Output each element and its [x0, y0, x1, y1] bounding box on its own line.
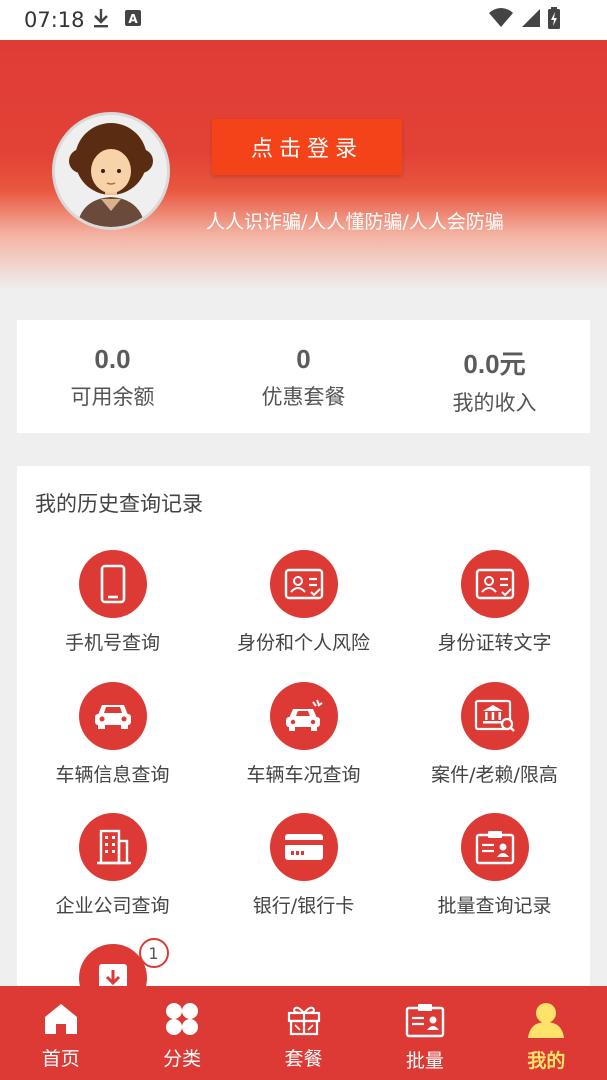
- query-item-label: 车辆信息查询: [55, 764, 170, 786]
- batch-icon: [405, 1002, 445, 1042]
- home-icon: [43, 1002, 79, 1040]
- slogan-text: 人人识诈骗/人人懂防骗/人人会防骗: [206, 211, 504, 233]
- phone-icon: [78, 550, 147, 618]
- court-icon: [460, 682, 529, 750]
- nav-batch[interactable]: 批量: [364, 986, 485, 1080]
- badge-card-icon: [460, 813, 529, 881]
- user-icon: [526, 1002, 566, 1042]
- status-time: 07:18: [24, 8, 85, 32]
- query-item-label: 银行/银行卡: [252, 895, 355, 917]
- id-card-icon: [460, 550, 529, 618]
- query-item-identity-risk[interactable]: 身份和个人风险: [208, 550, 399, 670]
- car-icon: [78, 682, 147, 750]
- query-item-label: 身份和个人风险: [236, 632, 370, 654]
- nav-label: 批量: [405, 1050, 444, 1072]
- query-item-vehicle-info[interactable]: 车辆信息查询: [17, 682, 208, 802]
- id-card-icon: [269, 550, 338, 618]
- query-item-batch-records[interactable]: 批量查询记录: [399, 813, 590, 933]
- category-icon: [165, 1002, 199, 1040]
- nav-category[interactable]: 分类: [121, 986, 242, 1080]
- stat-value: 0: [296, 344, 311, 374]
- status-bar: 07:18 A: [0, 0, 607, 40]
- wifi-icon: [489, 8, 513, 32]
- download-icon: [92, 7, 110, 33]
- history-records-card: 我的历史查询记录 手机号查询 身份和个人风险 身份证转文字 车辆信息查询 车辆车…: [17, 466, 590, 996]
- stat-packages[interactable]: 0 优惠套餐: [208, 320, 399, 433]
- query-item-bank-card[interactable]: 银行/银行卡: [208, 813, 399, 933]
- text-icon: A: [124, 9, 142, 31]
- query-item-label: 手机号查询: [64, 632, 160, 654]
- query-item-label: 案件/老赖/限高: [431, 764, 558, 786]
- query-item-company[interactable]: 企业公司查询: [17, 813, 208, 933]
- nav-home[interactable]: 首页: [0, 986, 121, 1080]
- nav-label: 首页: [41, 1048, 80, 1070]
- bottom-nav: 首页 分类 套餐 批量 我的: [0, 986, 607, 1080]
- profile-header: 点击登录 人人识诈骗/人人懂防骗/人人会防骗: [0, 40, 607, 290]
- query-item-court-cases[interactable]: 案件/老赖/限高: [399, 682, 590, 802]
- gift-icon: [286, 1002, 322, 1040]
- query-item-vehicle-condition[interactable]: 车辆车况查询: [208, 682, 399, 802]
- stat-balance[interactable]: 0.0 可用余额: [17, 320, 208, 433]
- svg-text:A: A: [128, 12, 138, 26]
- query-item-label: 车辆车况查询: [246, 764, 361, 786]
- stat-value: 0.0: [94, 344, 131, 374]
- bank-card-icon: [269, 813, 338, 881]
- nav-label: 我的: [527, 1050, 566, 1072]
- query-item-label: 批量查询记录: [437, 895, 552, 917]
- account-stats-card: 0.0 可用余额 0 优惠套餐 0.0元 我的收入: [17, 320, 590, 433]
- stat-label: 优惠套餐: [261, 385, 346, 409]
- login-button[interactable]: 点击登录: [212, 119, 402, 175]
- battery-icon: [547, 7, 561, 33]
- building-icon: [78, 813, 147, 881]
- stat-label: 可用余额: [70, 385, 155, 409]
- nav-mine[interactable]: 我的: [486, 986, 607, 1080]
- stat-label: 我的收入: [452, 391, 537, 415]
- query-item-phone[interactable]: 手机号查询: [17, 550, 208, 670]
- section-title: 我的历史查询记录: [35, 492, 203, 516]
- signal-icon: [519, 8, 541, 32]
- notification-badge: 1: [138, 938, 169, 968]
- stat-value: 0.0元: [463, 349, 526, 379]
- avatar[interactable]: [52, 112, 170, 230]
- query-item-label: 身份证转文字: [437, 632, 552, 654]
- nav-label: 分类: [163, 1048, 202, 1070]
- car-accident-icon: [269, 682, 338, 750]
- query-item-label: 企业公司查询: [55, 895, 170, 917]
- stat-income[interactable]: 0.0元 我的收入: [399, 320, 590, 433]
- query-item-id-to-text[interactable]: 身份证转文字: [399, 550, 590, 670]
- nav-packages[interactable]: 套餐: [243, 986, 364, 1080]
- nav-label: 套餐: [284, 1048, 323, 1070]
